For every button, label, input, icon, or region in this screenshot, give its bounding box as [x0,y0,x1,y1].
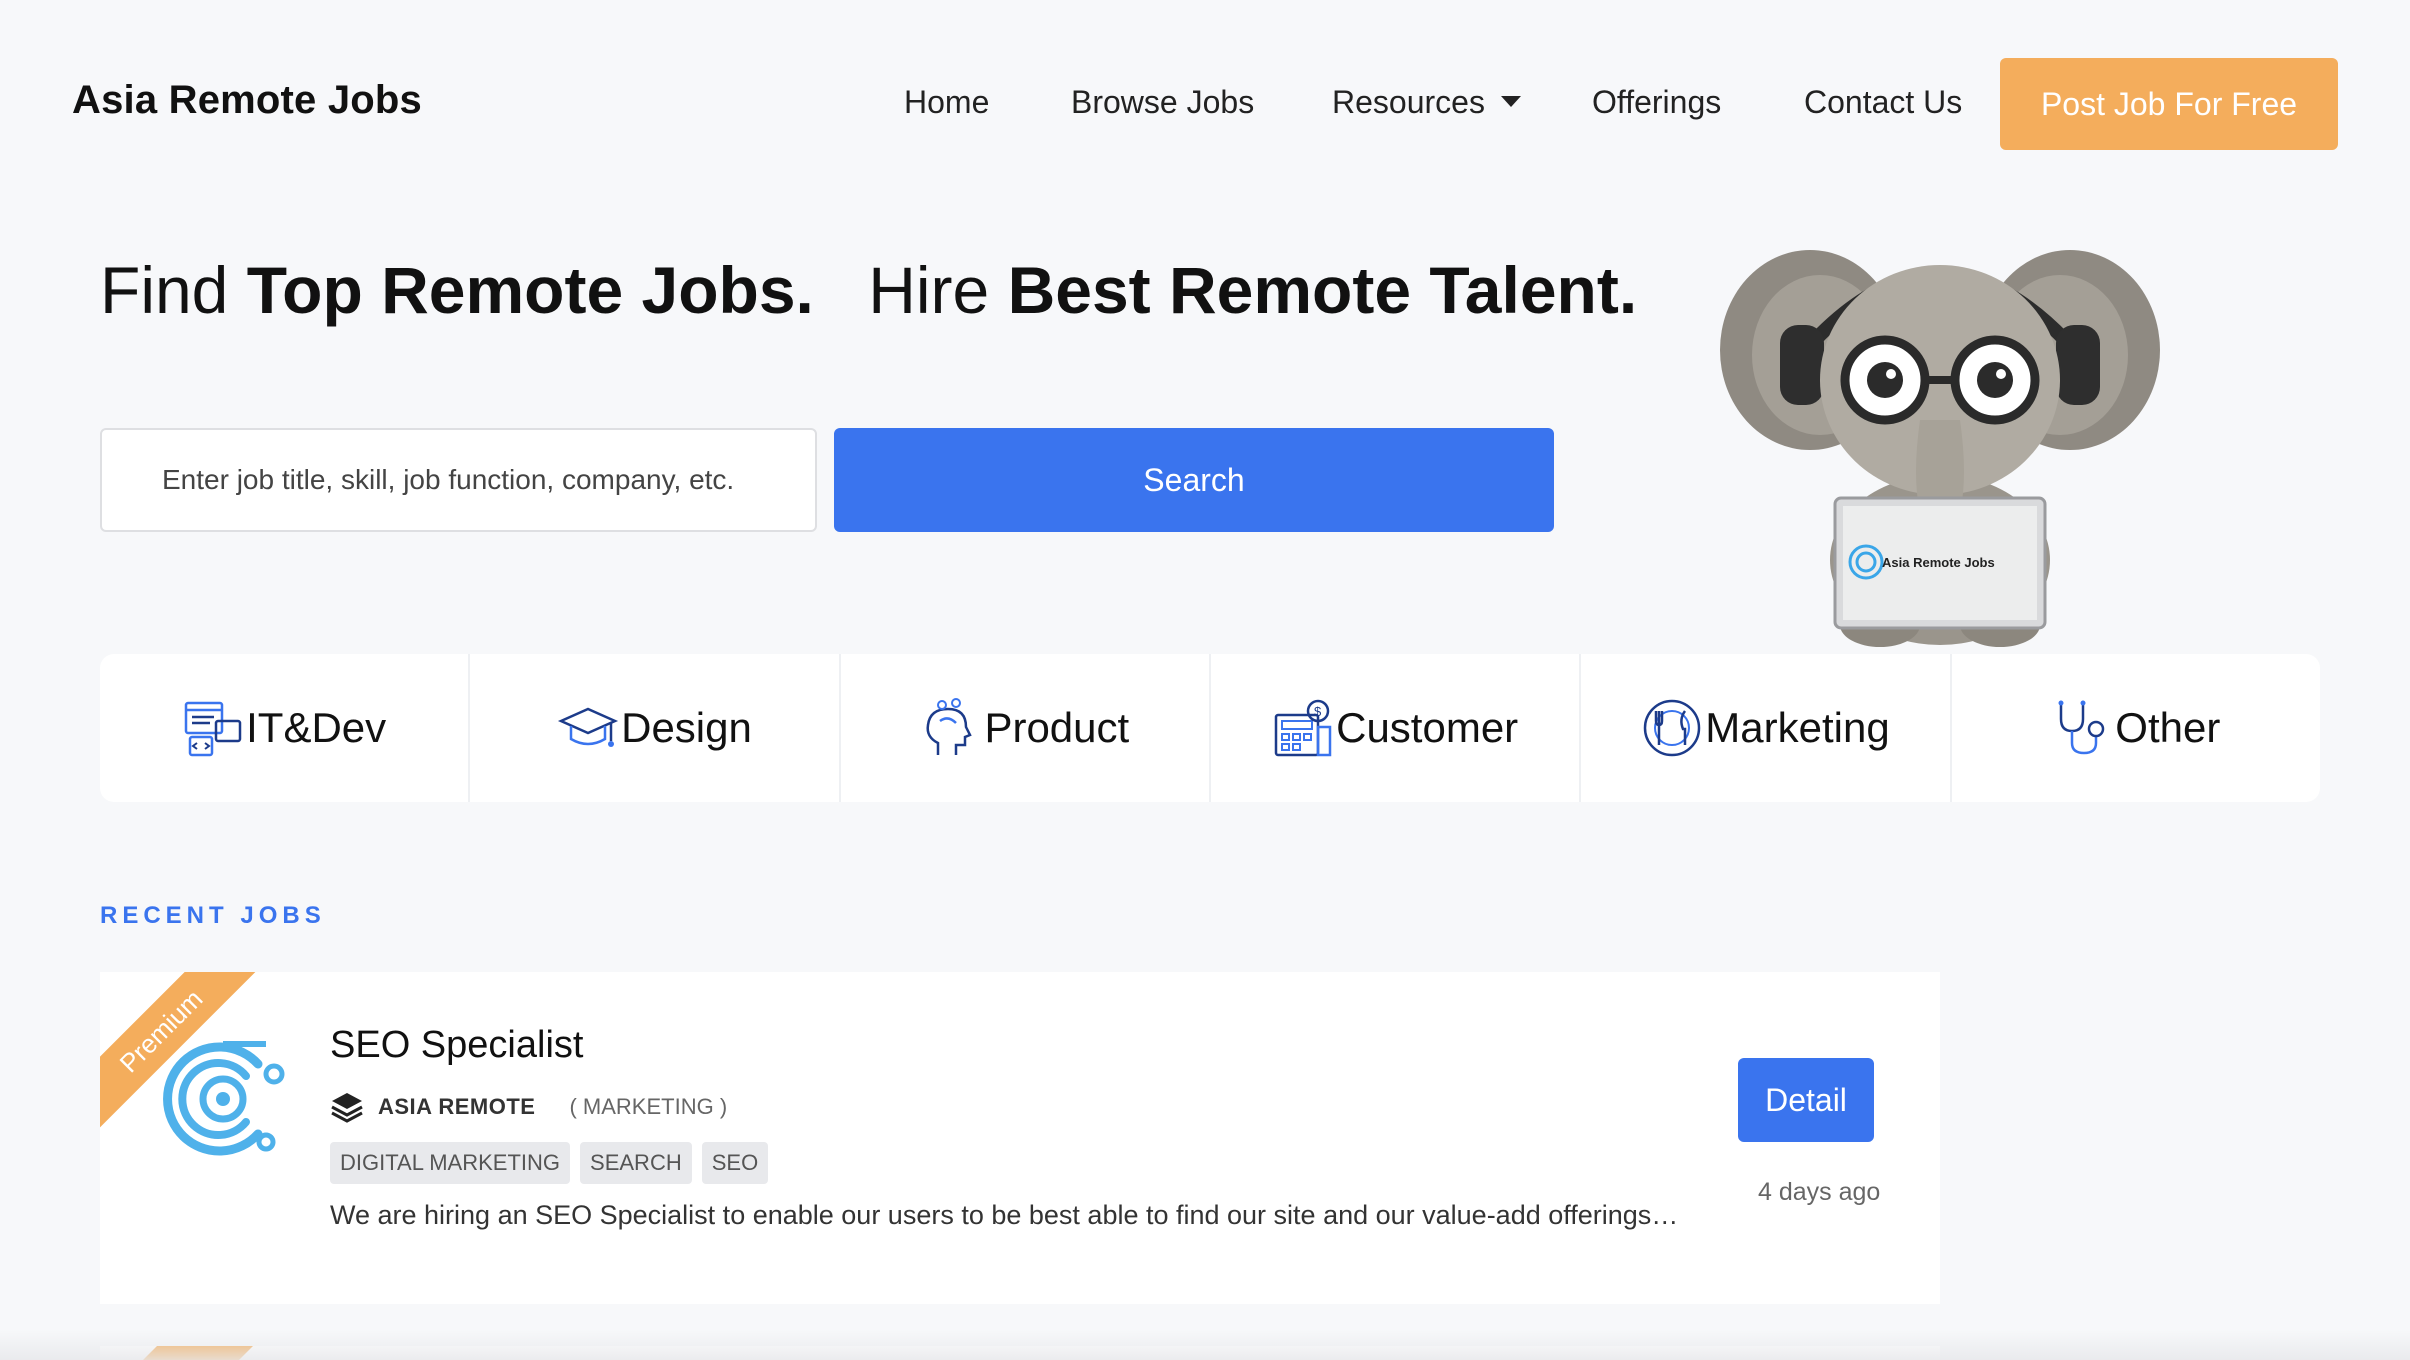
job-posted-age: 4 days ago [1758,1178,1881,1206]
category-it-dev-label: IT&Dev [246,704,387,751]
hero-hire-bold: Best Remote Talent. [1007,253,1638,327]
category-marketing-label: Marketing [1705,704,1890,751]
nav-resources-label: Resources [1332,84,1485,120]
brand-logo-text[interactable]: Asia Remote Jobs [72,78,422,123]
category-customer-label: Customer [1336,704,1519,751]
nav-contact-us[interactable]: Contact Us [1804,84,1962,121]
search-input[interactable] [100,428,817,532]
category-customer[interactable]: $ Customer [1210,654,1582,802]
category-bar: IT&Dev Design Product $ Customer Marketi… [100,654,2320,802]
caret-down-icon [1500,96,1521,108]
plate-cutlery-icon [1644,699,1701,757]
register-icon: $ [1274,699,1332,757]
category-product[interactable]: Product [840,654,1211,802]
category-design[interactable]: Design [470,654,841,802]
job-title[interactable]: SEO Specialist [330,1024,583,1067]
layers-icon [331,1093,363,1123]
company-logo [163,1041,285,1156]
job-tag[interactable]: SEARCH [580,1142,692,1184]
search-button[interactable]: Search [834,428,1554,532]
stethoscope-icon [2058,700,2105,755]
graduation-cap-icon [558,707,619,747]
it-dev-icon [184,701,242,757]
navbar: Asia Remote Jobs Home Browse Jobs Resour… [0,0,2410,210]
job-description: We are hiring an SEO Specialist to enabl… [330,1200,1679,1230]
category-marketing[interactable]: Marketing [1581,654,1952,802]
recent-jobs-heading: RECENT JOBS [100,902,326,929]
detail-button[interactable]: Detail [1738,1058,1874,1142]
page: Asia Remote Jobs Home Browse Jobs Resour… [0,0,2410,1360]
job-card-partial[interactable] [100,1346,1940,1360]
hero-find: Find [100,253,229,327]
svg-text:$: $ [1314,704,1322,719]
nav-home[interactable]: Home [904,84,989,121]
category-other[interactable]: Other [1951,654,2320,802]
mascot-laptop-text: Asia Remote Jobs [1882,555,1995,570]
hero-hire: Hire [868,253,990,327]
nav-resources-dropdown[interactable]: Resources [1332,84,1521,121]
company-name[interactable]: ASIA REMOTE [378,1094,535,1120]
nav-offerings[interactable]: Offerings [1592,84,1721,121]
category-design-label: Design [621,704,752,751]
nav-browse-jobs[interactable]: Browse Jobs [1071,84,1254,121]
job-card[interactable]: Premium SEO Specialist ASIA REMOTE ( MAR… [100,972,1940,1304]
job-tags: DIGITAL MARKETING SEARCH SEO [330,1142,778,1184]
hero-headline: Find Top Remote Jobs. Hire Best Remote T… [100,252,1637,328]
premium-ribbon-partial [143,1346,253,1360]
head-ideas-icon [926,698,973,755]
job-tag[interactable]: SEO [701,1142,769,1184]
category-other-label: Other [2115,704,2221,751]
category-it-dev[interactable]: IT&Dev [100,654,471,802]
job-tag[interactable]: DIGITAL MARKETING [330,1142,571,1184]
elephant-mascot-illustration: Asia Remote Jobs [1720,250,2160,647]
post-job-button[interactable]: Post Job For Free [2000,58,2338,150]
company-row: ASIA REMOTE ( MARKETING ) [330,1090,727,1124]
hero-find-bold: Top Remote Jobs. [246,253,814,327]
job-category: ( MARKETING ) [569,1094,728,1119]
category-product-label: Product [984,704,1130,751]
